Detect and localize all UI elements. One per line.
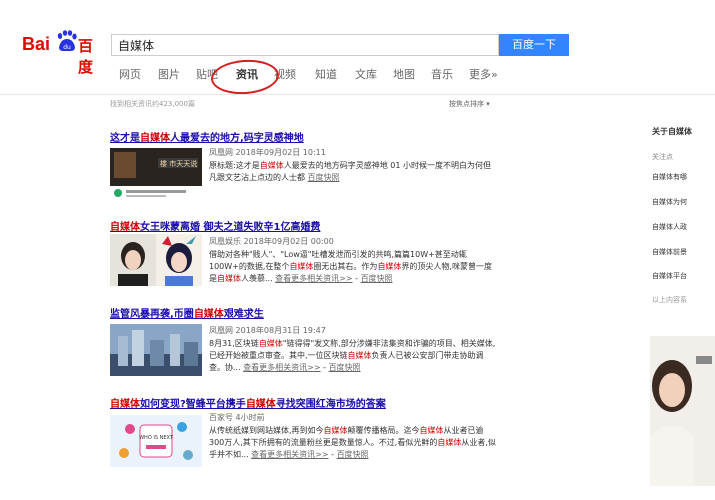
snippet-keyword: 自媒体	[377, 262, 402, 271]
sidebar-image	[650, 336, 715, 486]
paw-text: du	[63, 44, 71, 51]
thumbnail-image	[110, 234, 202, 286]
baidu-logo[interactable]: Bai du 百度	[22, 30, 106, 76]
snippet-link[interactable]: 百度快照	[361, 274, 393, 283]
result-snippet: 原标题:这才是自媒体人最爱去的地方码字灵感神地 01 小时候一度不明白为何但凡跟…	[209, 160, 497, 184]
result-thumbnail[interactable]	[110, 234, 202, 286]
snippet-text: -	[320, 363, 329, 372]
snippet-link[interactable]: 查看更多相关资讯>>	[243, 363, 320, 372]
result-thumbnail[interactable]	[110, 324, 202, 376]
title-text: 寻找突围红海市场的答案	[275, 399, 386, 410]
tab-7[interactable]: 地图	[393, 66, 415, 82]
sidebar-subtitle: 关注点	[652, 153, 673, 161]
result-snippet: 借助对各种"贱人"、"Low逼"吐槽发泄而引发的共鸣,篇篇10W+甚至动辄100…	[209, 249, 497, 285]
thumb-caption: 楼 市天天说	[160, 159, 197, 168]
snippet-keyword: 自媒体	[347, 351, 372, 360]
result-thumbnail[interactable]: 楼 市天天说	[110, 148, 202, 200]
sidebar-item[interactable]: 自媒体前景	[652, 247, 687, 257]
snippet-keyword: 自媒体	[437, 438, 462, 447]
snippet-text: 从传统纸媒到网站媒体,再到如今	[209, 426, 324, 435]
sort-dropdown[interactable]: 按焦点排序 ▾	[449, 99, 490, 109]
sidebar-photo[interactable]	[650, 336, 715, 486]
header-divider	[0, 94, 715, 95]
tab-1[interactable]: 图片	[158, 66, 180, 82]
result-meta: 百家号 4小时前	[209, 413, 265, 422]
sidebar-note: 以上内容系	[652, 296, 687, 304]
snippet-link[interactable]: 查看更多相关资讯>>	[275, 274, 352, 283]
search-box[interactable]	[111, 34, 499, 56]
snippet-keyword: 自媒体	[259, 161, 284, 170]
title-keyword: 自媒体	[193, 309, 224, 320]
title-text: 监管风暴再袭,币圈	[110, 309, 194, 320]
tab-0[interactable]: 网页	[119, 66, 141, 82]
snippet-text: 人羡慕...	[241, 274, 276, 283]
title-text: 艰难求生	[223, 309, 264, 320]
snippet-link[interactable]: 百度快照	[308, 173, 340, 182]
sidebar-item[interactable]: 自媒体有哪	[652, 172, 687, 182]
result-count: 找到相关资讯约423,000篇	[110, 100, 195, 108]
thumb-caption: WHO IS NEXT	[139, 435, 174, 441]
paw-icon: du	[57, 30, 77, 51]
title-keyword: 自媒体	[110, 222, 140, 233]
sidebar-item[interactable]: 自媒体平台	[652, 271, 687, 281]
sidebar-item[interactable]: 自媒体为何	[652, 197, 687, 207]
title-text: 这才是	[110, 133, 140, 144]
tab-5[interactable]: 知道	[315, 66, 337, 82]
snippet-text: 圈无出其右。作为	[313, 262, 378, 271]
snippet-text: 颠覆传播格局。迄今	[347, 426, 420, 435]
snippet-text: 8月31,区块链	[209, 339, 259, 348]
search-button[interactable]: 百度一下	[499, 34, 569, 56]
snippet-keyword: 自媒体	[258, 339, 283, 348]
snippet-text: 原标题:这才是	[209, 161, 260, 170]
result-meta: 凤凰网 2018年08月31日 19:47	[209, 326, 326, 335]
snippet-text: -	[352, 274, 361, 283]
tab-8[interactable]: 音乐	[431, 66, 453, 82]
annotation-circle	[209, 57, 281, 97]
result-meta: 凤凰网 2018年09月02日 10:11	[209, 148, 326, 157]
snippet-keyword: 自媒体	[217, 274, 241, 283]
logo-latin: Bai	[22, 34, 51, 54]
snippet-link[interactable]: 百度快照	[337, 450, 369, 459]
title-keyword: 自媒体	[245, 399, 276, 410]
result-thumbnail[interactable]: WHO IS NEXT	[110, 415, 202, 467]
snippet-keyword: 自媒体	[419, 426, 444, 435]
thumbnail-image: WHO IS NEXT	[110, 415, 202, 467]
title-keyword: 自媒体	[110, 399, 140, 410]
result-snippet: 从传统纸媒到网站媒体,再到如今自媒体颠覆传播格局。迄今自媒体从业者已逾300万人…	[209, 425, 497, 461]
sidebar-item[interactable]: 自媒体人政	[652, 222, 687, 232]
logo-chinese: 百度	[78, 37, 94, 76]
tab-6[interactable]: 文库	[355, 66, 377, 82]
thumbnail-image: 楼 市天天说	[110, 148, 202, 200]
snippet-link[interactable]: 查看更多相关资讯>>	[251, 450, 328, 459]
snippet-keyword: 自媒体	[323, 426, 348, 435]
result-meta: 凤凰娱乐 2018年09月02日 00:00	[209, 237, 334, 246]
snippet-text: -	[328, 450, 337, 459]
snippet-keyword: 自媒体	[289, 262, 314, 271]
result-title-link[interactable]: 这才是自媒体人最爱去的地方,码字灵感神地	[110, 129, 304, 144]
snippet-link[interactable]: 百度快照	[329, 363, 361, 372]
title-text: 如何变现?智蜂平台携手	[140, 399, 246, 410]
sort-label: 按焦点排序	[449, 100, 484, 108]
result-title-link[interactable]: 自媒体如何变现?智蜂平台携手自媒体寻找突围红海市场的答案	[110, 395, 386, 410]
result-title-link[interactable]: 监管风暴再袭,币圈自媒体艰难求生	[110, 305, 264, 320]
result-title-link[interactable]: 自媒体女王咪蒙离婚 御夫之道失败辛1亿高婚费	[110, 218, 320, 233]
result-snippet: 8月31,区块链自媒体"链得得"发文称,部分涉嫌非法集资和诈骗的项目、相关媒体,…	[209, 338, 497, 374]
sidebar-title: 关于自媒体	[652, 127, 692, 136]
thumbnail-image	[110, 324, 202, 376]
tab-9[interactable]: 更多»	[469, 66, 498, 82]
title-keyword: 自媒体	[140, 133, 170, 144]
title-text: 人最爱去的地方,码字灵感神地	[170, 133, 304, 144]
search-input[interactable]	[112, 35, 498, 56]
title-text: 女王咪蒙离婚 御夫之道失败辛1亿高婚费	[140, 222, 321, 233]
